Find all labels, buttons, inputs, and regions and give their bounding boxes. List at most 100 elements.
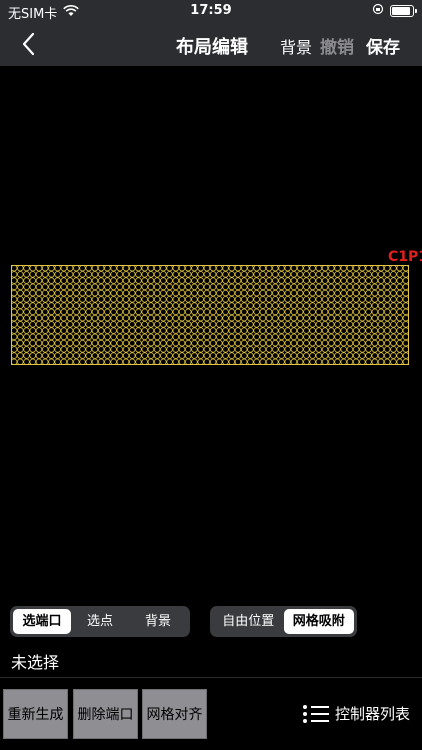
grid-cell <box>390 296 397 303</box>
grid-cell <box>85 327 92 334</box>
grid-cell <box>284 308 291 316</box>
grid-cell <box>371 339 379 347</box>
grid-cell <box>35 271 43 278</box>
grid-cell <box>383 302 391 309</box>
grid-cell <box>247 346 254 353</box>
led-grid[interactable] <box>11 265 409 365</box>
grid-cell <box>160 289 167 297</box>
save-button[interactable]: 保存 <box>366 33 400 58</box>
grid-cell <box>160 333 167 341</box>
grid-cell <box>191 296 198 303</box>
grid-cell <box>396 283 403 291</box>
grid-cell <box>172 346 180 353</box>
grid-cell <box>116 327 124 334</box>
grid-cell <box>184 352 192 359</box>
grid-cell <box>371 358 379 365</box>
grid-cell <box>234 289 242 297</box>
grid-cell <box>303 296 310 303</box>
grid-cell <box>228 352 236 359</box>
grid-cell <box>296 308 304 316</box>
grid-cell <box>402 327 409 334</box>
grid-cell <box>54 339 61 347</box>
grid-cell <box>346 321 354 328</box>
grid-cell <box>377 321 385 328</box>
grid-cell <box>240 277 248 284</box>
grid-cell <box>41 327 49 334</box>
grid-cell <box>147 314 155 322</box>
grid-cell <box>328 302 335 309</box>
grid-cell <box>309 302 316 309</box>
grid-cell <box>216 339 223 347</box>
back-button[interactable] <box>16 30 46 58</box>
grid-cell <box>234 296 242 303</box>
grid-cell <box>390 271 397 278</box>
grid-cell <box>129 321 136 328</box>
grid-cell <box>147 271 155 278</box>
grid-cell <box>402 346 409 353</box>
navigation-bar: 布局编辑 背景 撤销 保存 <box>0 22 422 66</box>
grid-cell <box>377 333 385 341</box>
grid-cell <box>11 289 18 297</box>
grid-cell <box>17 302 24 309</box>
grid-cell <box>234 265 242 272</box>
snap-option-grid[interactable]: 网格吸附 <box>283 609 354 634</box>
grid-cell <box>247 327 254 334</box>
grid-cell <box>91 333 99 341</box>
grid-cell <box>17 308 24 316</box>
grid-align-button[interactable]: 网格对齐 <box>142 689 207 739</box>
grid-cell <box>365 327 372 334</box>
grid-cell <box>60 333 68 341</box>
grid-cell <box>135 302 142 309</box>
grid-cell <box>153 271 161 278</box>
grid-cell <box>178 333 186 341</box>
grid-cell <box>191 314 198 322</box>
background-button[interactable]: 背景 <box>280 34 312 58</box>
grid-cell <box>390 302 397 309</box>
undo-button[interactable]: 撤销 <box>320 33 354 58</box>
grid-cell <box>234 314 242 322</box>
grid-cell <box>79 277 86 284</box>
grid-cell <box>240 333 248 341</box>
controller-list-button[interactable]: 控制器列表 <box>302 703 410 724</box>
grid-cell <box>240 327 248 334</box>
grid-cell <box>328 289 335 297</box>
grid-cell <box>73 339 80 347</box>
grid-cell <box>91 358 99 365</box>
grid-cell <box>209 314 217 322</box>
grid-cell <box>359 308 366 316</box>
grid-cell <box>216 265 223 272</box>
grid-cell <box>91 339 99 347</box>
regenerate-button[interactable]: 重新生成 <box>3 689 68 739</box>
grid-cell <box>166 321 173 328</box>
grid-cell <box>396 277 403 284</box>
delete-port-button[interactable]: 删除端口 <box>73 689 138 739</box>
grid-cell <box>11 296 18 303</box>
grid-cell <box>228 314 236 322</box>
grid-cell <box>97 308 105 316</box>
snap-option-free[interactable]: 自由位置 <box>213 609 284 634</box>
grid-cell <box>234 358 242 365</box>
grid-cell <box>303 289 310 297</box>
mode-option-port[interactable]: 选端口 <box>13 609 71 634</box>
grid-cell <box>97 346 105 353</box>
mode-option-background[interactable]: 背景 <box>129 609 187 634</box>
grid-cell <box>216 289 223 297</box>
grid-cell <box>396 321 403 328</box>
grid-cell <box>29 308 37 316</box>
grid-cell <box>184 314 192 322</box>
grid-cell <box>66 308 74 316</box>
grid-cell <box>377 352 385 359</box>
grid-cell <box>328 339 335 347</box>
grid-cell <box>191 339 198 347</box>
grid-cell <box>35 358 43 365</box>
grid-cell <box>11 277 18 284</box>
grid-cell <box>328 296 335 303</box>
grid-cell <box>390 333 397 341</box>
grid-cell <box>129 265 136 272</box>
grid-cell <box>60 302 68 309</box>
grid-cell <box>290 352 298 359</box>
grid-cell <box>191 265 198 272</box>
grid-cell <box>17 346 24 353</box>
mode-option-point[interactable]: 选点 <box>71 609 129 634</box>
grid-cell <box>191 289 198 297</box>
